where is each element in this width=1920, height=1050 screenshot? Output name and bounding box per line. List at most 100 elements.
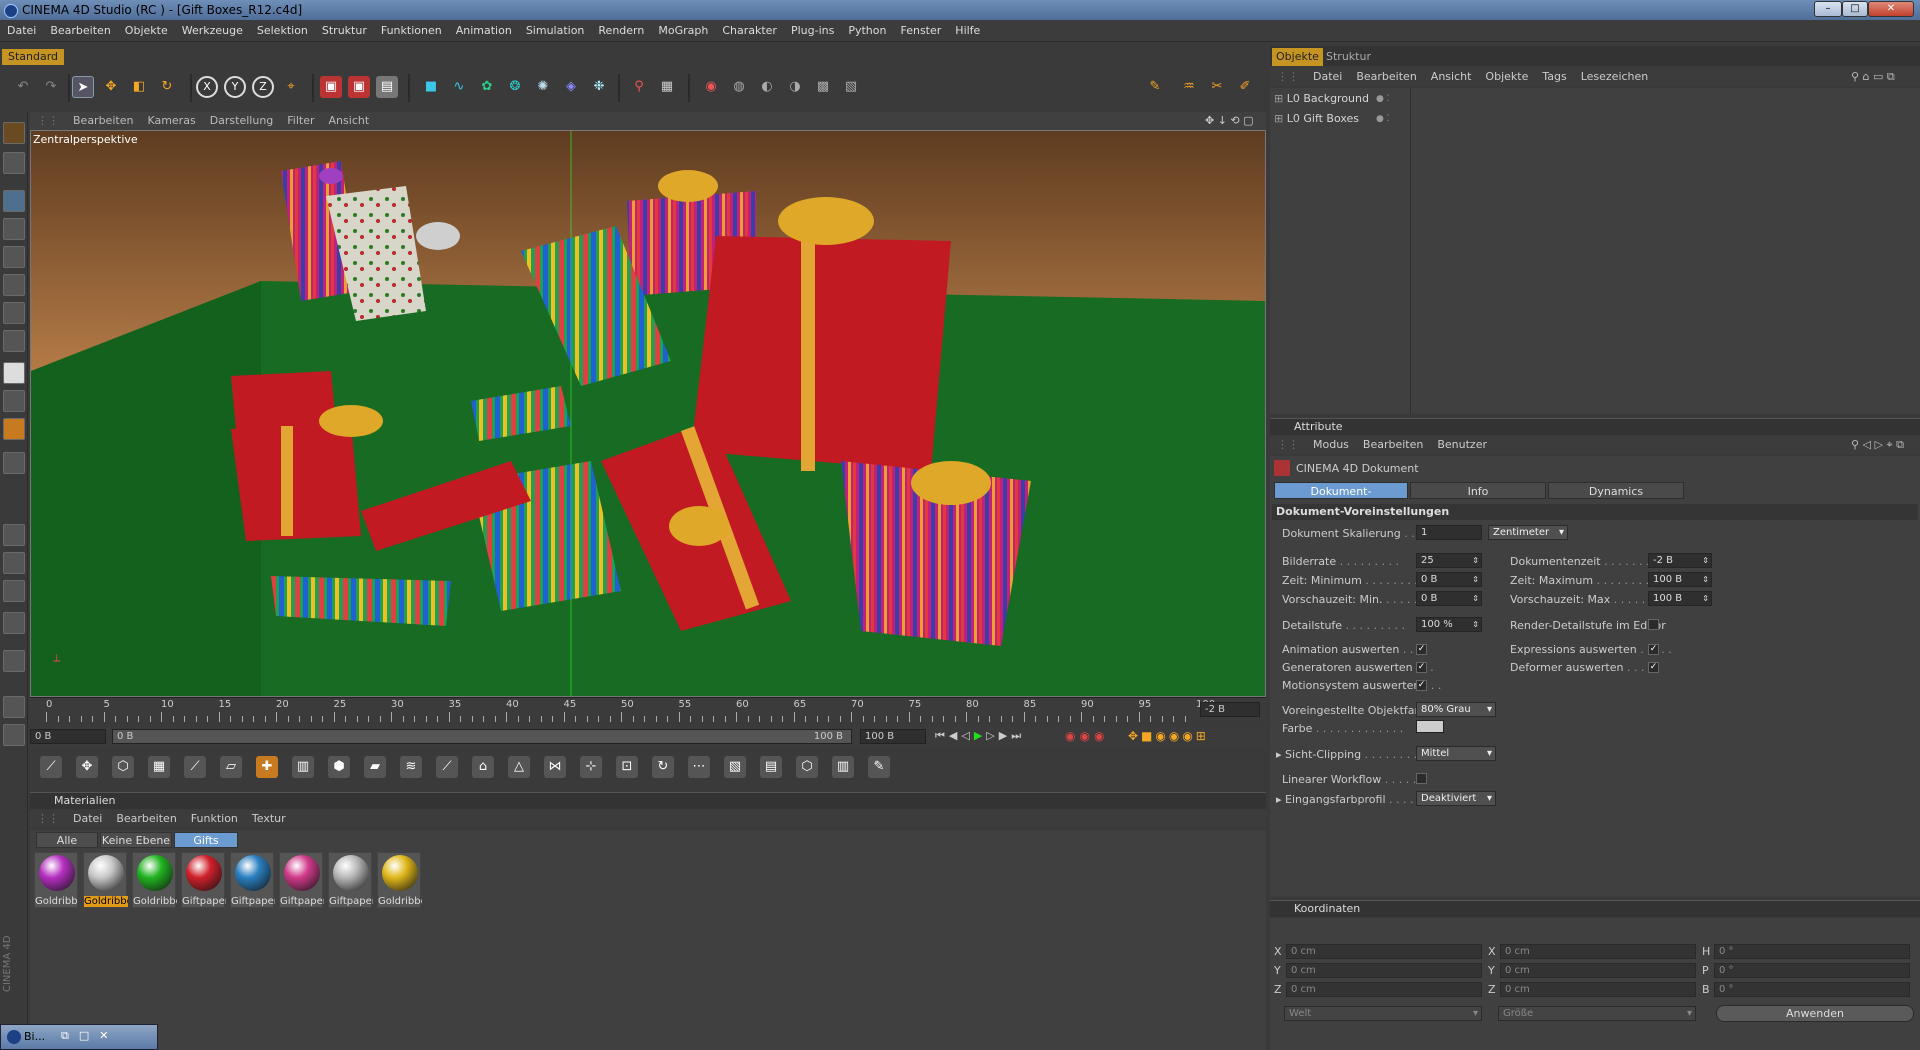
edges-mode-icon[interactable]: ▧ [840,76,862,98]
playback-controls[interactable]: ⏮◀◁▶▷▶⏭ [935,729,1025,743]
viewport-menu-filter[interactable]: Filter [280,112,321,130]
coord-size-dropdown[interactable]: Größe ▾ [1498,1006,1696,1021]
coord-value-field[interactable]: 0 cm [1286,944,1482,959]
coord-value-field[interactable]: 0 ° [1714,963,1910,978]
menu-datei[interactable]: Datei [0,20,43,42]
texture-mode-icon[interactable]: ◐ [756,76,778,98]
coord-value-field[interactable]: 0 ° [1714,944,1910,959]
use-edges-mode-icon[interactable] [3,302,25,324]
render-detail-checkbox[interactable] [1648,619,1659,630]
menu-python[interactable]: Python [841,20,893,42]
menu-struktur[interactable]: Struktur [315,20,374,42]
viewport-menu-kameras[interactable]: Kameras [140,112,202,130]
attr-tab-dynamics[interactable]: Dynamics [1548,482,1684,499]
bevel-tool-icon[interactable]: ▦ [148,756,170,778]
add-point-tool-icon[interactable]: ✚ [256,756,278,778]
coord-space-dropdown[interactable]: Welt ▾ [1284,1006,1482,1021]
color-swatch[interactable] [1416,720,1444,733]
coord-value-field[interactable]: 0 cm [1286,982,1482,997]
taskbar-item[interactable]: Bi... ⧉□✕ [0,1024,158,1050]
nurbs-icon[interactable]: ✿ [476,76,498,98]
spline-icon[interactable]: ∿ [448,76,470,98]
menu-mograph[interactable]: MoGraph [651,20,715,42]
menu-funktionen[interactable]: Funktionen [374,20,449,42]
hair-tool-icon[interactable]: ✂ [1206,76,1228,98]
knife-icon[interactable] [3,724,25,746]
tweak-icon[interactable] [3,552,25,574]
viewport-nav-icons[interactable]: ✥ ↓ ⟲ ▢ [1198,112,1261,130]
stitch-tool-icon[interactable]: ⟋ [436,756,458,778]
maximize-button[interactable]: □ [1842,1,1868,17]
array-icon[interactable]: ❂ [504,76,526,98]
material-swatch[interactable]: Goldribb [34,852,78,908]
attr-tab-dokument-voreinstellungen[interactable]: Dokument-Voreinstellungen [1274,482,1408,515]
field-right-0[interactable]: -2 B ⇕ [1648,553,1712,568]
minimize-button[interactable]: – [1814,1,1842,17]
magnet-icon[interactable] [3,612,25,634]
menu-werkzeuge[interactable]: Werkzeuge [175,20,250,42]
record-controls[interactable]: ◉◉◉ [1065,729,1108,743]
close-button[interactable]: ✕ [1868,1,1914,17]
field-left-2[interactable]: 0 B ⇕ [1416,591,1482,606]
tab-struktur[interactable]: Struktur [1322,48,1375,66]
cube-object-icon[interactable]: ■ [420,76,442,98]
field-left-3[interactable]: 100 % ⇕ [1416,617,1482,632]
material-swatch[interactable]: Goldribbo [377,852,422,908]
brush-tool-icon[interactable]: ⌂ [472,756,494,778]
viewport-menu-bearbeiten[interactable]: Bearbeiten [66,112,140,130]
z-axis-icon[interactable]: Z [252,76,274,98]
points-mode-icon[interactable]: ▩ [812,76,834,98]
workplane-lock-icon[interactable] [3,452,25,474]
material-swatch[interactable]: Giftpaper [230,852,275,908]
lock-icon[interactable] [3,650,25,672]
iron-tool-icon[interactable]: ▰ [364,756,386,778]
make-editable-icon[interactable] [3,122,25,144]
field-left-1[interactable]: 0 B ⇕ [1416,572,1482,587]
checker-icon[interactable] [3,362,25,384]
axis-mode-icon[interactable]: ◑ [784,76,806,98]
field-right-1[interactable]: 100 B ⇕ [1648,572,1712,587]
object-mode-icon[interactable]: ◍ [728,76,750,98]
viewport-menu-darstellung[interactable]: Darstellung [203,112,281,130]
field-right-2[interactable]: 100 B ⇕ [1648,591,1712,606]
slide-tool-icon[interactable]: ⬢ [328,756,350,778]
material-swatch[interactable]: Goldribbo [132,852,177,908]
taskbar-window-buttons[interactable]: ⧉□✕ [61,1029,118,1043]
3d-viewport[interactable]: Zentralperspektive ⟂ [30,130,1266,697]
optimize-tool-icon[interactable]: ⊡ [616,756,638,778]
materials-tab-gifts[interactable]: Gifts [174,832,238,848]
deformer-icon[interactable]: ◈ [560,76,582,98]
render-view-icon[interactable]: ▣ [320,76,342,98]
attr-tab-info[interactable]: Info [1410,482,1546,499]
light-icon[interactable]: ▦ [656,76,678,98]
menu-simulation[interactable]: Simulation [519,20,592,42]
materials-menu-textur[interactable]: Textur [245,810,293,827]
tab-objekte[interactable]: Objekte [1272,48,1323,66]
coord-value-field[interactable]: 0 cm [1500,963,1696,978]
clipping-dropdown[interactable]: Mittel ▾ [1416,746,1496,761]
smooth-tool-icon[interactable]: ≋ [400,756,422,778]
render-picture-viewer-icon[interactable]: ▣ [348,76,370,98]
current-frame-field[interactable]: -2 B [1200,702,1260,717]
coord-value-field[interactable]: 0 cm [1500,944,1696,959]
objects-search-icons[interactable]: ⚲ ⌂ ▭ ⧉ [1844,68,1902,85]
use-model-mode-icon[interactable] [3,152,25,174]
rotate-tool-icon[interactable]: ↻ [156,76,178,98]
coord-value-field[interactable]: 0 cm [1286,963,1482,978]
materials-tab-keine-ebene[interactable]: Keine Ebene [100,832,172,848]
knife-tool-icon[interactable]: ⟋ [40,756,62,778]
visibility-dots-icon[interactable]: ● ⁚ [1376,94,1390,104]
objects-menu-tags[interactable]: Tags [1535,68,1573,85]
menu-animation[interactable]: Animation [449,20,519,42]
attributes-menu-benutzer[interactable]: Benutzer [1430,436,1494,453]
snap-icon[interactable] [3,418,25,440]
coord-value-field[interactable]: 0 ° [1714,982,1910,997]
material-swatch[interactable]: Giftpaper [279,852,324,908]
menu-fenster[interactable]: Fenster [893,20,948,42]
timeline-end-field[interactable]: 100 B [860,729,926,744]
menu-objekte[interactable]: Objekte [118,20,175,42]
checkbox-left-0[interactable]: ✓ [1416,644,1427,655]
checkbox-right-0[interactable]: ✓ [1648,644,1659,655]
attributes-nav-icons[interactable]: ⚲ ◁ ▷ ⌖ ⧉ [1844,436,1911,453]
melt-tool-icon[interactable]: ✎ [868,756,890,778]
